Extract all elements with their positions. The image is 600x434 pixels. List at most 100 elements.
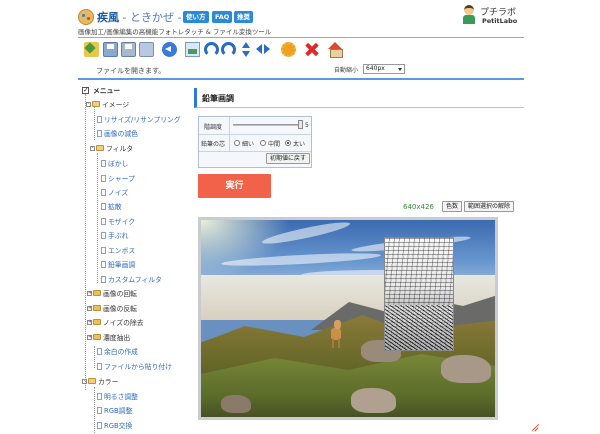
page-icon (101, 231, 106, 239)
autoshrink-label: 自動縮小 (334, 67, 359, 74)
rotate-right-icon[interactable] (221, 42, 236, 57)
rotate-left-icon[interactable] (204, 42, 219, 57)
sidebar-item-rgb-swap[interactable]: RGB交換 (97, 421, 132, 431)
image-preview[interactable] (198, 217, 498, 420)
page-icon (97, 392, 102, 400)
clear-selection-button[interactable]: 範囲選択の解除 (464, 201, 515, 212)
sidebar-item-blur[interactable]: ぼかし (101, 159, 128, 169)
app-subtitle: 画像加工/画像編集の高機能フォトレタッチ & ファイル変換ツール (78, 28, 272, 36)
sidebar-item-label: 手ぶれ (108, 232, 129, 240)
sidebar-item-shake[interactable]: 手ぶれ (101, 231, 128, 241)
status-text: ファイルを開きます。 (96, 67, 166, 75)
sidebar-item-denoise[interactable]: + ノイズの除去 (87, 318, 144, 328)
expand-icon: + (87, 304, 93, 311)
sidebar-item-rgb-adjust[interactable]: RGB調整 (97, 406, 132, 416)
collapse-icon: - (82, 377, 87, 384)
panel-title-bar (194, 88, 524, 108)
radio-medium[interactable] (260, 140, 266, 146)
collapse-icon: - (90, 144, 95, 151)
sidebar-item-label: 明るさ調整 (104, 393, 138, 401)
reset-button[interactable]: 初期値に戻す (266, 153, 310, 164)
copy-icon[interactable] (139, 42, 154, 57)
header-divider (78, 37, 524, 38)
sidebar-item-pencil[interactable]: 鉛筆画調 (101, 260, 135, 270)
sidebar-item-custom-filter[interactable]: カスタムフィルタ (101, 275, 162, 285)
core-label: 鉛筆の芯 (201, 141, 226, 148)
sidebar-item-density[interactable]: + 濃度抽出 (87, 333, 130, 343)
sidebar-item-image[interactable]: - イメージ (86, 100, 129, 110)
app-title-main: 疾風 (97, 11, 119, 24)
sidebar-root[interactable]: メニュー (82, 85, 120, 96)
sidebar-item-label: 拡散 (108, 203, 122, 211)
sidebar-item-emboss[interactable]: エンボス (101, 246, 135, 256)
sidebar-item-flip[interactable]: + 画像の反転 (87, 304, 137, 314)
sidebar-item-label: 画像の反転 (103, 305, 137, 313)
back-icon[interactable] (162, 42, 177, 57)
image-icon[interactable] (185, 42, 200, 57)
sidebar-item-label: RGB交換 (104, 422, 133, 430)
resize-handle-icon[interactable] (531, 424, 539, 432)
sidebar-item-label: 画像の減色 (104, 130, 138, 138)
sidebar-item-color[interactable]: - カラー (82, 377, 118, 387)
app-title: 疾風 - ときかぜ - (97, 9, 181, 25)
folder-icon (93, 334, 101, 340)
checkbox-icon (82, 85, 89, 95)
nav-faq-button[interactable]: FAQ (212, 11, 233, 23)
settings-icon[interactable] (281, 42, 296, 57)
nav-usage-button[interactable]: 使い方 (183, 11, 209, 23)
selection-region[interactable] (384, 237, 454, 351)
nav-recommend-button[interactable]: 推奨 (234, 11, 253, 23)
sidebar-item-label: ぼかし (108, 160, 129, 168)
page-icon (101, 275, 106, 283)
close-icon[interactable] (305, 42, 319, 57)
radio-thick[interactable] (285, 140, 291, 146)
toolbar-divider (78, 78, 524, 80)
sidebar-item-noise[interactable]: ノイズ (101, 188, 128, 198)
sidebar-item-color-reduction[interactable]: 画像の減色 (97, 129, 138, 139)
gradation-value: 5 (305, 122, 309, 129)
sidebar-item-brightness[interactable]: 明るさ調整 (97, 392, 138, 402)
page-icon (101, 246, 106, 254)
flip-vertical-icon[interactable] (241, 42, 252, 57)
sidebar-item-margin[interactable]: 余白の作成 (97, 347, 138, 357)
open-icon[interactable] (84, 42, 99, 57)
sidebar-item-mosaic[interactable]: モザイク (101, 217, 135, 227)
sidebar-item-label: カラー (98, 378, 119, 386)
autoshrink-select[interactable]: 640px (363, 64, 405, 74)
folder-icon (93, 319, 101, 325)
page-icon (97, 362, 102, 370)
sidebar-item-label: 鉛筆画調 (108, 261, 136, 269)
page-icon (97, 129, 102, 137)
home-icon[interactable] (328, 42, 343, 58)
page-icon (101, 217, 106, 225)
sidebar-item-label: ファイルから貼り付け (104, 363, 172, 371)
sidebar-item-diffuse[interactable]: 拡散 (101, 202, 122, 212)
sidebar-item-label: 濃度抽出 (103, 334, 131, 342)
sidebar-item-resize[interactable]: リサイズ/リサンプリング (97, 115, 181, 125)
sidebar-item-label: ノイズ (108, 189, 129, 197)
color-count-button[interactable]: 色数 (442, 201, 463, 212)
radio-thin[interactable] (234, 140, 240, 146)
chevron-down-icon (398, 68, 402, 71)
brand-sub[interactable]: PetitLabo (482, 17, 517, 25)
page-icon (101, 260, 106, 268)
save-icon[interactable] (103, 42, 118, 57)
sidebar-item-filter[interactable]: - フィルタ (90, 144, 133, 154)
radio-thin-label: 細い (242, 141, 255, 148)
sidebar-item-paste-file[interactable]: ファイルから貼り付け (97, 362, 172, 372)
app-title-sub: - ときかぜ - (119, 11, 182, 24)
save-as-icon[interactable] (121, 42, 136, 57)
folder-open-icon (92, 101, 100, 107)
flip-horizontal-icon[interactable] (256, 42, 270, 57)
sidebar-item-label: RGB調整 (104, 407, 133, 415)
panel-title: 鉛筆画調 (202, 94, 234, 103)
sidebar-item-label: 余白の作成 (104, 348, 138, 356)
run-button[interactable]: 実行 (198, 174, 271, 198)
page-icon (97, 347, 102, 355)
gradation-slider-thumb[interactable] (298, 120, 303, 129)
expand-icon: + (87, 289, 93, 296)
autoshrink-value: 640px (366, 65, 385, 72)
sidebar-item-rotate[interactable]: + 画像の回転 (87, 289, 137, 299)
sidebar-item-sharpen[interactable]: シャープ (101, 174, 135, 184)
gradation-slider[interactable] (233, 124, 303, 126)
